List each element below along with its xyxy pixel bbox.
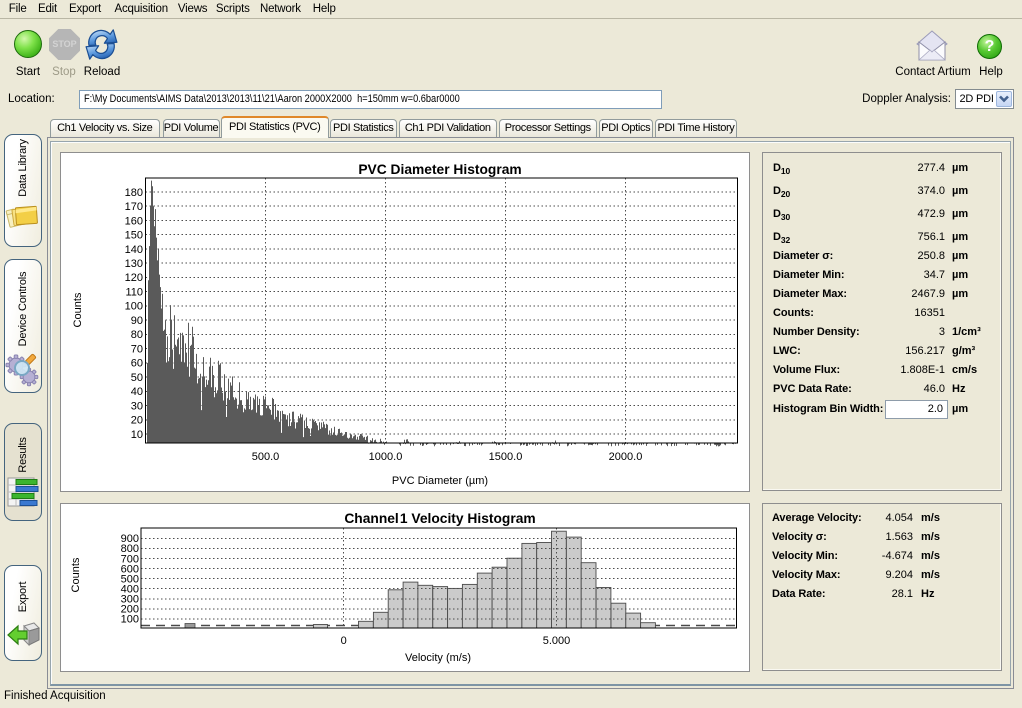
svg-text:50: 50 bbox=[131, 372, 143, 384]
svg-text:110: 110 bbox=[125, 287, 143, 299]
svg-text:Counts: Counts bbox=[70, 557, 82, 592]
svg-text:160: 160 bbox=[125, 215, 143, 227]
svg-text:5.000: 5.000 bbox=[543, 635, 571, 647]
svg-text:20: 20 bbox=[131, 415, 143, 427]
svg-text:Counts: Counts bbox=[72, 292, 84, 327]
svg-text:PVC Diameter Histogram: PVC Diameter Histogram bbox=[358, 162, 521, 177]
svg-text:140: 140 bbox=[125, 244, 143, 256]
svg-text:120: 120 bbox=[125, 272, 143, 284]
svg-text:30: 30 bbox=[131, 400, 143, 412]
svg-text:180: 180 bbox=[125, 187, 143, 199]
svg-text:2000.0: 2000.0 bbox=[609, 451, 643, 463]
svg-text:10: 10 bbox=[131, 429, 143, 441]
svg-text:40: 40 bbox=[131, 386, 143, 398]
svg-text:900: 900 bbox=[121, 533, 139, 545]
svg-text:1000.0: 1000.0 bbox=[369, 451, 403, 463]
svg-text:150: 150 bbox=[125, 230, 143, 242]
svg-text:500.0: 500.0 bbox=[252, 451, 280, 463]
svg-text:170: 170 bbox=[125, 201, 143, 213]
svg-text:70: 70 bbox=[131, 343, 143, 355]
svg-text:130: 130 bbox=[125, 258, 143, 270]
svg-text:80: 80 bbox=[131, 329, 143, 341]
svg-text:Velocity (m/s): Velocity (m/s) bbox=[405, 652, 471, 664]
svg-text:60: 60 bbox=[131, 358, 143, 370]
svg-text:0: 0 bbox=[341, 635, 347, 647]
svg-text:90: 90 bbox=[131, 315, 143, 327]
svg-text:Channel 1 Velocity Histogram: Channel 1 Velocity Histogram bbox=[344, 511, 535, 526]
svg-text:PVC Diameter (µm): PVC Diameter (µm) bbox=[392, 475, 488, 487]
svg-text:100: 100 bbox=[125, 301, 143, 313]
svg-text:1500.0: 1500.0 bbox=[489, 451, 523, 463]
